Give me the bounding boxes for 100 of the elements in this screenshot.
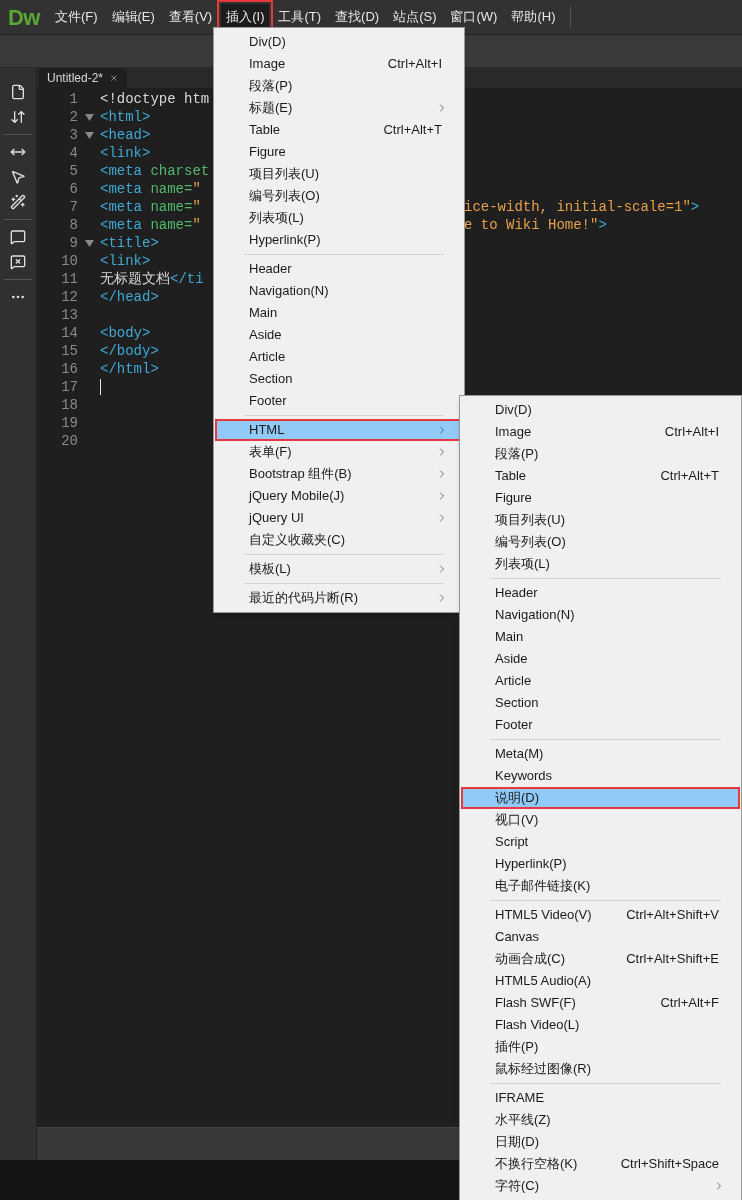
line-number: 1 [68,89,78,109]
menu-item[interactable]: Keywords [461,765,740,787]
menu-item[interactable]: 列表项(L) [215,207,463,229]
menu-item[interactable]: Section [461,692,740,714]
sort-arrows-icon[interactable] [10,109,26,125]
menu-item[interactable]: 不换行空格(K) Ctrl+Shift+Space [461,1153,740,1175]
menu-item[interactable]: Div(D) [461,399,740,421]
menu-item[interactable]: 日期(D) [461,1131,740,1153]
code-text: <meta name=" [100,179,201,199]
menu-item[interactable]: 项目列表(U) [215,163,463,185]
code-text: <meta name=" [100,197,201,217]
menu-item[interactable]: 鼠标经过图像(R) [461,1058,740,1080]
menu-item[interactable]: jQuery Mobile(J) [215,485,463,507]
menu-item[interactable]: 说明(D) [461,787,740,809]
line-number: 15 [60,341,78,361]
menu-item[interactable]: IFRAME [461,1087,740,1109]
menu-item[interactable]: Navigation(N) [461,604,740,626]
menu-item[interactable]: Script [461,831,740,853]
line-number: 4 [68,143,78,163]
menu-item[interactable]: Header [461,582,740,604]
menu-item[interactable]: Meta(M) [461,743,740,765]
menu-item[interactable]: 视口(V) [461,809,740,831]
menu-item[interactable]: Image Ctrl+Alt+I [461,421,740,443]
code-text: <link> [100,143,151,163]
line-number: 12 [60,287,78,307]
file-icon[interactable] [10,84,26,100]
menu-item[interactable]: 段落(P) [215,75,463,97]
menu-item[interactable]: Canvas [461,926,740,948]
menu-item[interactable]: 模板(L) [215,558,463,580]
close-icon[interactable] [109,73,120,83]
menu-item[interactable]: Flash Video(L) [461,1014,740,1036]
code-text: <head> [100,125,151,145]
document-tab[interactable]: Untitled-2* [39,68,128,88]
menu-bar-item[interactable]: 工具(T) [273,4,327,30]
menu-item[interactable]: 表单(F) [215,441,463,463]
line-number: 5 [68,161,78,181]
menu-item[interactable]: Main [461,626,740,648]
menu-item[interactable]: Figure [215,141,463,163]
menu-bar-item[interactable]: 文件(F) [49,4,103,30]
menu-item[interactable]: HTML5 Video(V) Ctrl+Alt+Shift+V [461,904,740,926]
menu-item[interactable]: Section [215,368,463,390]
menu-bar-item[interactable]: 编辑(E) [106,4,160,30]
menu-item[interactable]: Div(D) [215,31,463,53]
menu-bar-item[interactable]: 站点(S) [388,4,442,30]
comment-icon[interactable] [10,229,26,245]
menu-item[interactable]: 段落(P) [461,443,740,465]
line-number: 11 [60,269,78,289]
remove-comment-icon[interactable] [10,254,26,270]
menu-item[interactable]: Footer [215,390,463,412]
menu-item[interactable]: Aside [215,324,463,346]
fold-triangle-icon[interactable] [84,239,94,247]
menu-item[interactable]: Article [461,670,740,692]
line-number: 14 [60,323,78,343]
menu-item[interactable]: 水平线(Z) [461,1109,740,1131]
wand-icon[interactable] [10,194,26,210]
menu-bar-item[interactable]: 查看(V) [163,4,218,30]
menu-item[interactable]: Bootstrap 组件(B) [215,463,463,485]
code-text: e to Wiki Home!"> [464,215,607,235]
menu-item[interactable]: jQuery UI [215,507,463,529]
line-number: 8 [68,215,78,235]
menu-item[interactable]: 电子邮件链接(K) [461,875,740,897]
menu-bar-item[interactable]: 查找(D) [330,4,385,30]
menu-item[interactable]: 编号列表(O) [461,531,740,553]
menu-item[interactable]: Footer [461,714,740,736]
menu-item[interactable]: Image Ctrl+Alt+I [215,53,463,75]
menu-item[interactable]: 项目列表(U) [461,509,740,531]
menu-bar-item[interactable]: 帮助(H) [506,4,561,30]
code-text: </html> [100,359,159,379]
line-number: 20 [60,431,78,451]
line-number: 19 [60,413,78,433]
menu-item[interactable]: Article [215,346,463,368]
menu-item[interactable]: Table Ctrl+Alt+T [461,465,740,487]
line-number: 18 [60,395,78,415]
cursor-icon[interactable] [10,169,26,185]
menu-item[interactable]: Main [215,302,463,324]
code-text: ice-width, initial-scale=1"> [464,197,700,217]
menu-item[interactable]: Hyperlink(P) [461,853,740,875]
menu-item[interactable]: Figure [461,487,740,509]
menu-item[interactable]: 字符(C) [461,1175,740,1197]
menu-item[interactable]: Aside [461,648,740,670]
menu-item[interactable]: 自定义收藏夹(C) [215,529,463,551]
fold-triangle-icon[interactable] [84,131,94,139]
code-text: </body> [100,341,159,361]
menu-item[interactable]: Navigation(N) [215,280,463,302]
menu-item[interactable]: Hyperlink(P) [215,229,463,251]
menu-item[interactable]: 编号列表(O) [215,185,463,207]
menu-item[interactable]: 最近的代码片断(R) [215,587,463,609]
menu-item[interactable]: 标题(E) [215,97,463,119]
code-text: <meta name=" [100,215,201,235]
menu-item[interactable]: HTML5 Audio(A) [461,970,740,992]
menu-item[interactable]: 插件(P) [461,1036,740,1058]
menu-bar-item[interactable]: 窗口(W) [445,4,503,30]
menu-item[interactable]: Table Ctrl+Alt+T [215,119,463,141]
fold-triangle-icon[interactable] [84,113,94,121]
menu-item[interactable]: Header [215,258,463,280]
menu-item[interactable]: 动画合成(C) Ctrl+Alt+Shift+E [461,948,740,970]
menu-item[interactable]: 列表项(L) [461,553,740,575]
menu-item[interactable]: Flash SWF(F) Ctrl+Alt+F [461,992,740,1014]
line-number: 2 [68,107,78,127]
line-number: 17 [60,377,78,397]
